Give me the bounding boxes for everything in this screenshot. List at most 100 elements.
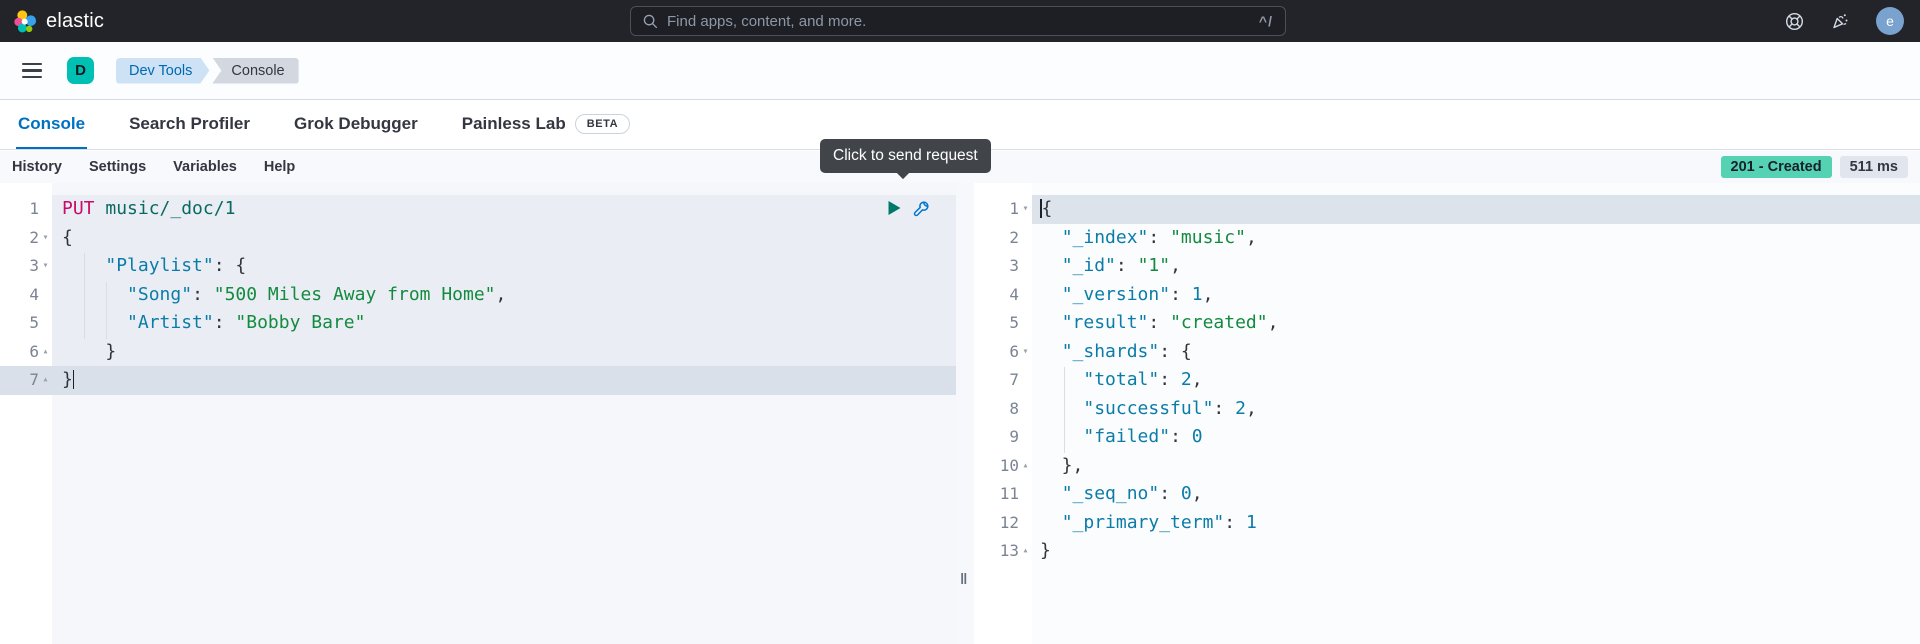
code-line[interactable]: "Playlist": { bbox=[52, 252, 956, 281]
line-number-text: 3 bbox=[1009, 252, 1019, 281]
panel-splitter[interactable]: ‖ bbox=[956, 183, 974, 644]
response-viewer[interactable]: 1▾{2 "_index": "music",3 "_id": "1",4 "_… bbox=[974, 183, 1920, 644]
response-line-8: 8 "successful": 2, bbox=[974, 395, 1920, 424]
line-number: 1 bbox=[0, 195, 52, 224]
token-punct: : bbox=[214, 312, 236, 333]
line-number-text: 5 bbox=[1009, 309, 1019, 338]
code-spacer bbox=[52, 183, 956, 195]
line-number: 10▴ bbox=[974, 452, 1032, 481]
token-number: 2 bbox=[1235, 398, 1246, 419]
token-key: "result" bbox=[1062, 312, 1149, 333]
menu-settings[interactable]: Settings bbox=[89, 159, 146, 175]
code-line[interactable]: } bbox=[1032, 537, 1920, 566]
code-line[interactable]: "_index": "music", bbox=[1032, 224, 1920, 253]
token-punct: } bbox=[1040, 540, 1051, 561]
breadcrumb-console[interactable]: Console bbox=[212, 58, 298, 84]
code-line[interactable]: } bbox=[52, 366, 956, 395]
breadcrumb-dev-tools[interactable]: Dev Tools bbox=[116, 58, 209, 84]
elastic-logo[interactable]: elastic bbox=[0, 10, 104, 33]
token-punct: } bbox=[62, 369, 73, 390]
response-line-6: 6▾ "_shards": { bbox=[974, 338, 1920, 367]
tab-grok-debugger[interactable]: Grok Debugger bbox=[292, 101, 420, 149]
send-request-button[interactable] bbox=[887, 200, 902, 223]
line-number-text: 8 bbox=[1009, 395, 1019, 424]
fold-widget-icon[interactable]: ▴ bbox=[39, 338, 52, 367]
fold-widget-icon[interactable]: ▴ bbox=[1019, 537, 1032, 566]
code-spacer bbox=[1032, 183, 1920, 195]
token-key: "total" bbox=[1083, 369, 1159, 390]
code-filler[interactable] bbox=[52, 395, 956, 644]
line-number-text: 12 bbox=[1000, 509, 1019, 538]
token-key: "_version" bbox=[1062, 284, 1170, 305]
response-status: 201 - Created 511 ms bbox=[1721, 156, 1908, 178]
line-number: 12 bbox=[974, 509, 1032, 538]
indent-guide bbox=[1064, 367, 1065, 453]
token-punct: }, bbox=[1040, 455, 1083, 476]
splitter-handle-icon[interactable]: ‖ bbox=[960, 571, 968, 588]
fold-widget-icon[interactable]: ▾ bbox=[1019, 195, 1032, 224]
menu-history[interactable]: History bbox=[12, 159, 62, 175]
console-editors: 1PUT music/_doc/12▾{3▾ "Playlist": {4 "S… bbox=[0, 183, 1920, 644]
request-line-1: 1PUT music/_doc/1 bbox=[0, 195, 956, 224]
menu-hamburger-icon[interactable] bbox=[22, 63, 42, 79]
fold-widget-icon[interactable]: ▾ bbox=[39, 252, 52, 281]
token-key: "_shards" bbox=[1062, 341, 1160, 362]
request-line-2: 2▾{ bbox=[0, 224, 956, 253]
token-punct: : bbox=[1148, 227, 1170, 248]
token-punct: : bbox=[1224, 512, 1246, 533]
fold-widget-icon[interactable]: ▾ bbox=[1019, 338, 1032, 367]
request-editor[interactable]: 1PUT music/_doc/12▾{3▾ "Playlist": {4 "S… bbox=[0, 183, 956, 644]
code-filler[interactable] bbox=[1032, 566, 1920, 644]
menu-variables[interactable]: Variables bbox=[173, 159, 237, 175]
token-punct: { bbox=[1042, 198, 1053, 219]
code-line[interactable]: "result": "created", bbox=[1032, 309, 1920, 338]
code-line[interactable]: { bbox=[1032, 195, 1920, 224]
code-line[interactable]: PUT music/_doc/1 bbox=[52, 195, 956, 224]
token-punct: : bbox=[1159, 483, 1181, 504]
token-punct: : bbox=[192, 284, 214, 305]
help-icon[interactable] bbox=[1784, 11, 1804, 31]
global-search[interactable]: ^/ bbox=[630, 6, 1286, 36]
elastic-logo-icon bbox=[14, 10, 37, 33]
news-party-popper-icon[interactable] bbox=[1830, 11, 1850, 31]
token-punct: : bbox=[1213, 398, 1235, 419]
code-line[interactable]: "_id": "1", bbox=[1032, 252, 1920, 281]
token-number: 2 bbox=[1181, 369, 1192, 390]
request-line-3: 3▾ "Playlist": { bbox=[0, 252, 956, 281]
code-line[interactable]: "_seq_no": 0, bbox=[1032, 480, 1920, 509]
code-line[interactable]: "_shards": { bbox=[1032, 338, 1920, 367]
token-punct: , bbox=[496, 284, 507, 305]
wrench-settings-icon[interactable] bbox=[912, 200, 930, 223]
token-number: 1 bbox=[1192, 284, 1203, 305]
code-line[interactable]: "Song": "500 Miles Away from Home", bbox=[52, 281, 956, 310]
code-line[interactable]: "_version": 1, bbox=[1032, 281, 1920, 310]
code-line[interactable]: "_primary_term": 1 bbox=[1032, 509, 1920, 538]
search-input[interactable] bbox=[667, 13, 1250, 30]
menu-help[interactable]: Help bbox=[264, 159, 295, 175]
user-avatar[interactable]: e bbox=[1876, 7, 1904, 35]
beta-badge: BETA bbox=[575, 114, 631, 134]
code-line[interactable]: } bbox=[52, 338, 956, 367]
code-line[interactable]: { bbox=[52, 224, 956, 253]
space-avatar[interactable]: D bbox=[67, 57, 94, 84]
token-punct: : bbox=[1148, 312, 1170, 333]
token-key: "failed" bbox=[1083, 426, 1170, 447]
token-punct: , bbox=[1246, 398, 1257, 419]
line-number-text: 11 bbox=[1000, 480, 1019, 509]
breadcrumb-bar: D Dev ToolsConsole bbox=[0, 42, 1920, 100]
fold-widget-icon[interactable]: ▴ bbox=[39, 366, 52, 395]
code-line[interactable]: "failed": 0 bbox=[1032, 423, 1920, 452]
fold-widget-icon[interactable]: ▴ bbox=[1019, 452, 1032, 481]
search-shortcut-hint: ^/ bbox=[1259, 13, 1273, 29]
code-line[interactable]: "total": 2, bbox=[1032, 366, 1920, 395]
tab-painless-lab[interactable]: Painless Lab BETA bbox=[460, 101, 632, 149]
tab-console[interactable]: Console bbox=[16, 101, 87, 149]
tab-search-profiler[interactable]: Search Profiler bbox=[127, 101, 252, 149]
tab-label: Painless Lab bbox=[462, 114, 566, 134]
token-key: "_primary_term" bbox=[1062, 512, 1225, 533]
code-line[interactable]: "successful": 2, bbox=[1032, 395, 1920, 424]
code-line[interactable]: }, bbox=[1032, 452, 1920, 481]
code-line[interactable]: "Artist": "Bobby Bare" bbox=[52, 309, 956, 338]
token-punct: : { bbox=[1159, 341, 1192, 362]
fold-widget-icon[interactable]: ▾ bbox=[39, 224, 52, 253]
